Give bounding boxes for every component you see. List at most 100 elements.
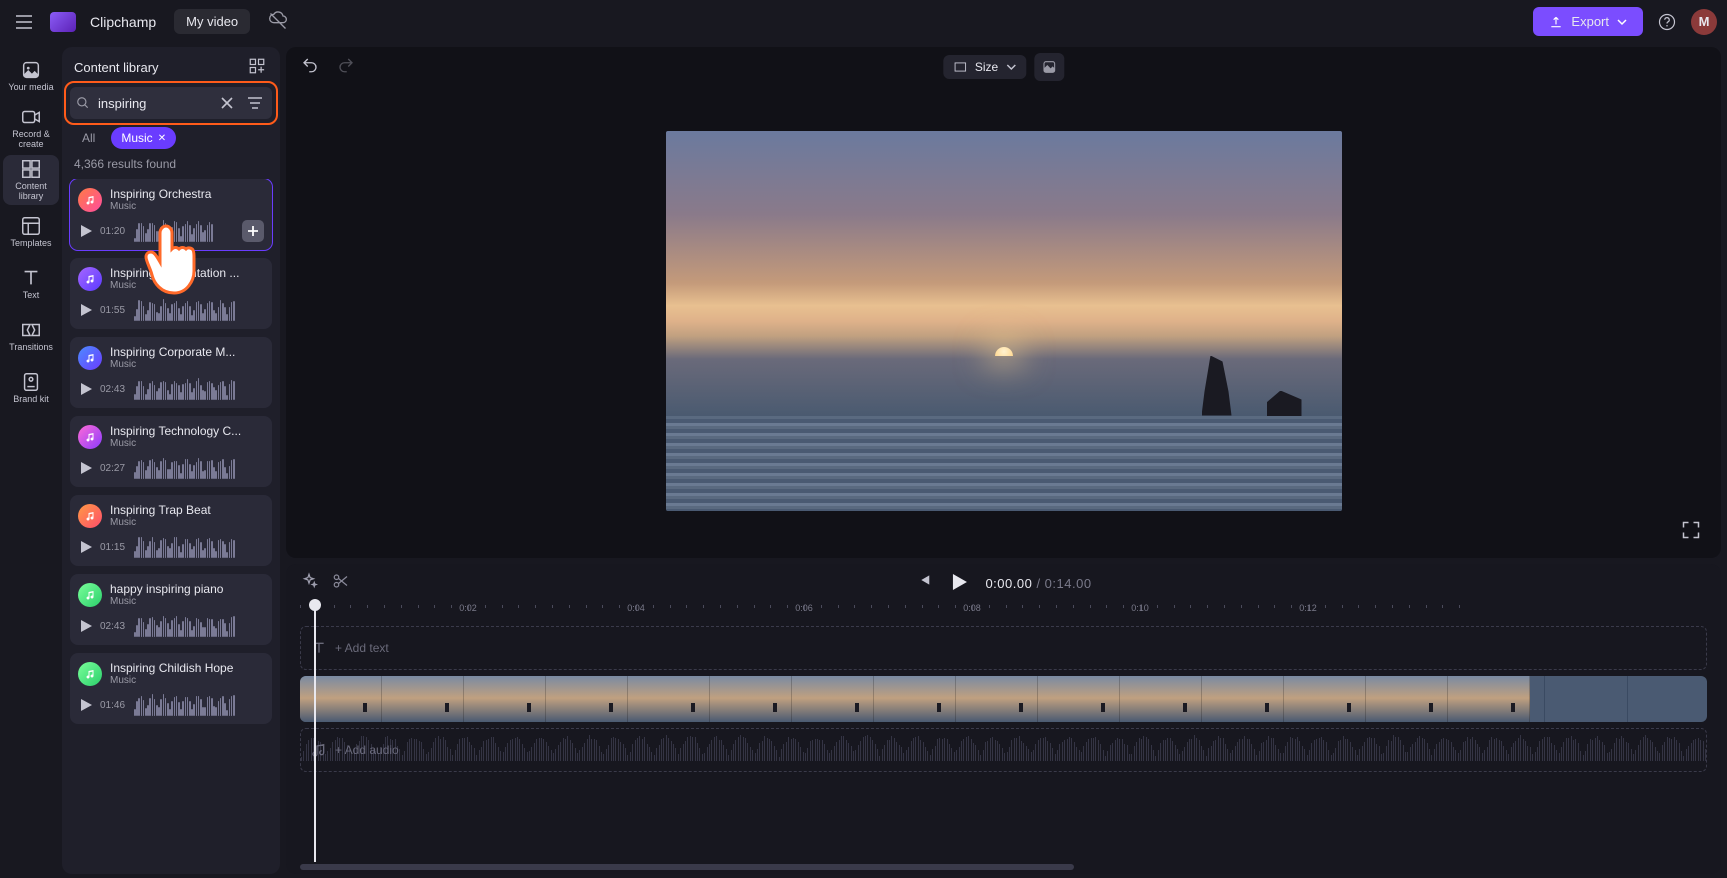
chip-music[interactable]: Music ✕: [111, 127, 176, 149]
music-note-icon: [84, 510, 96, 522]
music-card[interactable]: Inspiring Presentation ... Music 01:55: [70, 258, 272, 329]
waveform: [134, 615, 264, 637]
clip-thumbnail: [792, 676, 874, 722]
auto-enhance-button[interactable]: [300, 572, 322, 594]
music-card[interactable]: happy inspiring piano Music 02:43: [70, 574, 272, 645]
undo-icon: [301, 56, 319, 74]
track-category: Music: [110, 517, 264, 528]
rail-label: Templates: [10, 239, 51, 249]
playhead[interactable]: [314, 603, 316, 862]
preview-play-button[interactable]: [78, 539, 94, 555]
rail-record[interactable]: Record & create: [3, 103, 59, 153]
track-thumbnail: [78, 346, 102, 370]
fullscreen-button[interactable]: [1681, 520, 1707, 546]
rail-brand-kit[interactable]: Brand kit: [3, 363, 59, 413]
play-icon: [78, 460, 94, 476]
filter-button[interactable]: [244, 92, 266, 114]
hamburger-menu[interactable]: [10, 8, 38, 36]
fullscreen-icon: [1681, 520, 1701, 540]
waveform: [134, 536, 264, 558]
rail-label: Text: [23, 291, 40, 301]
skip-back-icon: [915, 572, 931, 588]
track-category: Music: [110, 201, 264, 212]
music-card[interactable]: Inspiring Trap Beat Music 01:15: [70, 495, 272, 566]
track-category: Music: [110, 596, 264, 607]
clear-search-button[interactable]: [216, 92, 238, 114]
rail-text[interactable]: Text: [3, 259, 59, 309]
preview-play-button[interactable]: [78, 223, 94, 239]
menu-icon: [15, 15, 33, 29]
library-icon: [20, 158, 42, 180]
rail-label: Your media: [8, 83, 53, 93]
music-card[interactable]: Inspiring Corporate M... Music 02:43: [70, 337, 272, 408]
help-button[interactable]: [1651, 6, 1683, 38]
music-note-icon: [84, 352, 96, 364]
track-name: Inspiring Childish Hope: [110, 661, 264, 675]
waveform: [134, 220, 236, 242]
preview-play-button[interactable]: [78, 697, 94, 713]
record-icon: [20, 106, 42, 128]
play-icon: [78, 539, 94, 555]
track-category: Music: [110, 675, 264, 686]
rail-label: Brand kit: [13, 395, 49, 405]
preview-play-button[interactable]: [78, 381, 94, 397]
clip-thumbnail: [1202, 676, 1284, 722]
sync-status-icon[interactable]: [268, 11, 290, 33]
project-title[interactable]: My video: [174, 9, 250, 34]
track-name: Inspiring Orchestra: [110, 187, 264, 201]
clip-thumbnail: [1366, 676, 1448, 722]
track-thumbnail: [78, 267, 102, 291]
rail-templates[interactable]: Templates: [3, 207, 59, 257]
music-note-icon: [84, 273, 96, 285]
preview-play-button[interactable]: [78, 618, 94, 634]
seek-start-button[interactable]: [915, 572, 937, 594]
track-category: Music: [110, 359, 264, 370]
ruler-label: 0:12: [1299, 603, 1317, 613]
rail-content-library[interactable]: Content library: [3, 155, 59, 205]
rail-your-media[interactable]: Your media: [3, 51, 59, 101]
preview-play-button[interactable]: [78, 302, 94, 318]
timeline-scrollbar[interactable]: [300, 864, 1707, 874]
play-button[interactable]: [951, 573, 971, 593]
track-duration: 01:15: [100, 542, 128, 553]
clip-thumbnail: [710, 676, 792, 722]
preview-play-button[interactable]: [78, 460, 94, 476]
clip-thumbnail: [1284, 676, 1366, 722]
ruler-label: 0:06: [795, 603, 813, 613]
track-duration: 02:27: [100, 463, 128, 474]
rail-transitions[interactable]: Transitions: [3, 311, 59, 361]
redo-icon: [337, 56, 355, 74]
play-icon: [78, 381, 94, 397]
clip-thumbnail: [464, 676, 546, 722]
background-color-button[interactable]: [1034, 53, 1064, 81]
filter-icon: [247, 96, 263, 110]
chip-all[interactable]: All: [72, 127, 105, 149]
user-avatar[interactable]: M: [1691, 9, 1717, 35]
music-card[interactable]: Inspiring Technology C... Music 02:27: [70, 416, 272, 487]
panel-layout-button[interactable]: [248, 57, 268, 77]
search-bar: [70, 87, 272, 119]
add-to-timeline-button[interactable]: [242, 220, 264, 242]
undo-button[interactable]: [296, 51, 324, 79]
track-category: Music: [110, 438, 264, 449]
size-button[interactable]: Size: [943, 55, 1026, 79]
timeline-ruler[interactable]: 0:020:040:060:080:100:12: [300, 602, 1707, 622]
music-card[interactable]: Inspiring Childish Hope Music 01:46: [70, 653, 272, 724]
content-library-panel: Content library All Music ✕: [62, 47, 280, 874]
track-thumbnail: [78, 188, 102, 212]
tracks-area: + Add text + Add audio: [286, 622, 1721, 864]
waveform: [134, 694, 264, 716]
split-button[interactable]: [332, 572, 354, 594]
redo-button: [332, 51, 360, 79]
search-input[interactable]: [96, 95, 210, 112]
play-icon: [78, 302, 94, 318]
export-button[interactable]: Export: [1533, 7, 1643, 36]
video-preview[interactable]: [666, 131, 1342, 511]
music-card[interactable]: Inspiring Orchestra Music 01:20: [70, 179, 272, 250]
add-audio-track[interactable]: + Add audio: [300, 728, 1707, 772]
video-track-clip[interactable]: [300, 676, 1707, 722]
play-icon: [78, 697, 94, 713]
clip-thumbnail: [1038, 676, 1120, 722]
clip-thumbnail: [956, 676, 1038, 722]
add-text-track[interactable]: + Add text: [300, 626, 1707, 670]
